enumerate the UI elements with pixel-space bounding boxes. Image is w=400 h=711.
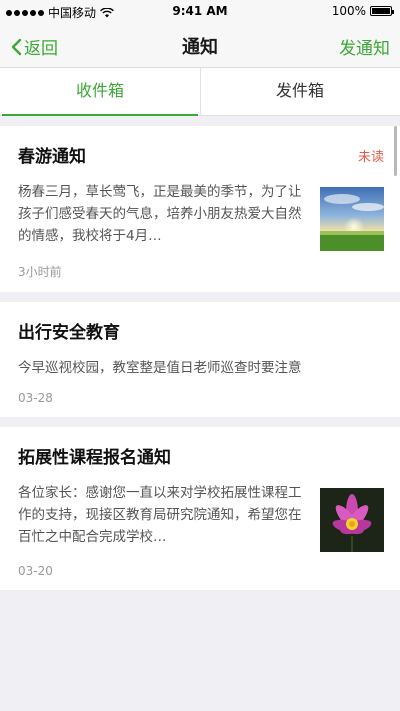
notice-title: 拓展性课程报名通知 [18, 448, 171, 468]
scrollbar[interactable] [394, 126, 397, 176]
notice-list: 春游通知 未读 杨春三月，草长莺飞，正是最美的季节，为了让孩子们感受春天的气息，… [0, 116, 400, 590]
tab-divider [200, 68, 201, 115]
notice-time: 03-20 [18, 564, 53, 578]
send-notice-button[interactable]: 发通知 [339, 34, 390, 59]
nav-bar: 返回 通知 发通知 [0, 22, 400, 68]
notice-title: 春游通知 [18, 147, 86, 167]
mailbox-tabs: 收件箱 发件箱 [0, 68, 400, 116]
notice-time: 03-28 [18, 391, 53, 405]
notice-preview: 今早巡视校园，教室整是值日老师巡查时要注意 [18, 360, 302, 376]
notice-item[interactable]: 出行安全教育 今早巡视校园，教室整是值日老师巡查时要注意 03-28 [0, 302, 400, 417]
status-bar: 中国移动 9:41 AM 100% [0, 0, 400, 22]
back-button[interactable]: 返回 [10, 34, 58, 59]
notice-body: 各位家长：感谢您一直以来对学校拓展性课程工作的支持，现接区教育局研究院通知，希望… [18, 482, 384, 552]
notice-body: 今早巡视校园，教室整是值日老师巡查时要注意 [18, 357, 384, 379]
chevron-left-icon [11, 38, 22, 55]
notice-time: 3小时前 [18, 265, 62, 279]
battery-fill [372, 8, 390, 14]
notice-preview: 杨春三月，草长莺飞，正是最美的季节，为了让孩子们感受春天的气息，培养小朋友热爱大… [18, 184, 302, 244]
status-right: 100% [331, 4, 394, 18]
notice-item[interactable]: 春游通知 未读 杨春三月，草长莺飞，正是最美的季节，为了让孩子们感受春天的气息，… [0, 126, 400, 292]
unread-badge: 未读 [357, 150, 384, 165]
battery-percent: 100% [331, 4, 366, 18]
lotus-flower-image [320, 488, 384, 552]
notice-title: 出行安全教育 [18, 323, 120, 343]
battery-icon [370, 6, 394, 16]
tab-outbox[interactable]: 发件箱 [200, 68, 400, 115]
tab-inbox[interactable]: 收件箱 [0, 68, 200, 116]
notice-body: 杨春三月，草长莺飞，正是最美的季节，为了让孩子们感受春天的气息，培养小朋友热爱大… [18, 181, 384, 251]
back-label: 返回 [24, 39, 58, 59]
notice-preview: 各位家长：感谢您一直以来对学校拓展性课程工作的支持，现接区教育局研究院通知，希望… [18, 485, 302, 545]
landscape-sunset-image [320, 187, 384, 251]
notice-item[interactable]: 拓展性课程报名通知 各位家长：感谢您一直以来对学校拓展性课程工作的支持，现接区教… [0, 427, 400, 590]
